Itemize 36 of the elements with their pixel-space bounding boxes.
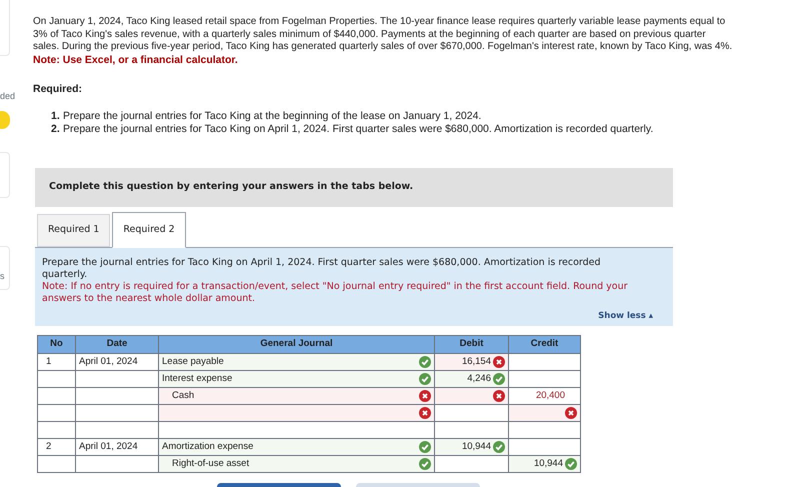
requirement-text: Prepare the journal entries for Taco King on April 1, 2024. First quarter sales were $680,000. Amortization is recorded quarterly. [63, 122, 654, 136]
column-header: Date [76, 336, 158, 354]
tab[interactable]: Required 1 [37, 214, 110, 247]
show-less-link[interactable]: Show less ▴ [598, 310, 653, 323]
table-cell: 1 [38, 354, 76, 370]
column-header: Credit [508, 336, 580, 354]
sidebar-label: ded [0, 90, 16, 103]
table-cell: 2 [38, 438, 76, 456]
account-field[interactable]: Lease payable [159, 354, 434, 370]
sidebar-card [0, 152, 10, 198]
question-text: Prepare the journal entries for Taco King on April 1, 2024. First quarter sales were $680,000. Amortization is recorded quarterly. [42, 257, 602, 281]
account-field[interactable]: Interest expense [159, 371, 434, 387]
sidebar-card [0, 246, 10, 290]
tab[interactable]: Required 2 [112, 212, 186, 248]
column-header: General Journal [158, 336, 434, 354]
sidebar-label: s [0, 270, 4, 283]
item-number: 2. [51, 122, 61, 136]
item-number: 1. [51, 110, 61, 123]
account-field[interactable]: Amortization expense [159, 439, 434, 455]
problem-text: On January 1, 2024, Taco King leased retail space from Fogelman Properties. The 10-year finance lease requires quarterly variable lease payments equal to 3% of Taco King's sales revenue, with a quarterly sales minimum of $440,000. Payments at the beginning of each quarter are based on previous quarter sales. During the previous five-year period, Taco King has generated quarterly sales of over $670,000. Fogelman's interest rate, known by Taco King, was 4%. [33, 16, 733, 54]
column-header: Debit [434, 336, 508, 354]
table-cell: April 01, 2024 [76, 354, 158, 370]
note-text: Note: Use Excel, or a financial calculator. [33, 54, 239, 66]
amount-field[interactable]: 10,944 [435, 439, 508, 455]
requirement-text: Prepare the journal entries for Taco King at the beginning of the lease on January 1, 2024. [63, 110, 482, 123]
instructions-text: Complete this question by entering your answers in the tabs below. [49, 180, 414, 194]
required-heading: Required: [33, 82, 84, 97]
amount-field[interactable]: 4,246 [435, 371, 508, 387]
amount-field[interactable]: 10,944 [509, 456, 580, 472]
note-text: Note: If no entry is required for a transaction/event, select "No journal entry required" in the first account field. Round your answers to the nearest whole dollar amount. [42, 281, 629, 305]
amount-field[interactable]: 16,154 [435, 354, 508, 370]
account-field[interactable]: Cash [159, 388, 434, 404]
table-cell: April 01, 2024 [76, 438, 158, 456]
account-field[interactable]: Right-of-use asset [159, 456, 434, 472]
column-header: No [38, 336, 76, 354]
amount-field[interactable]: 20,400 [509, 388, 580, 404]
